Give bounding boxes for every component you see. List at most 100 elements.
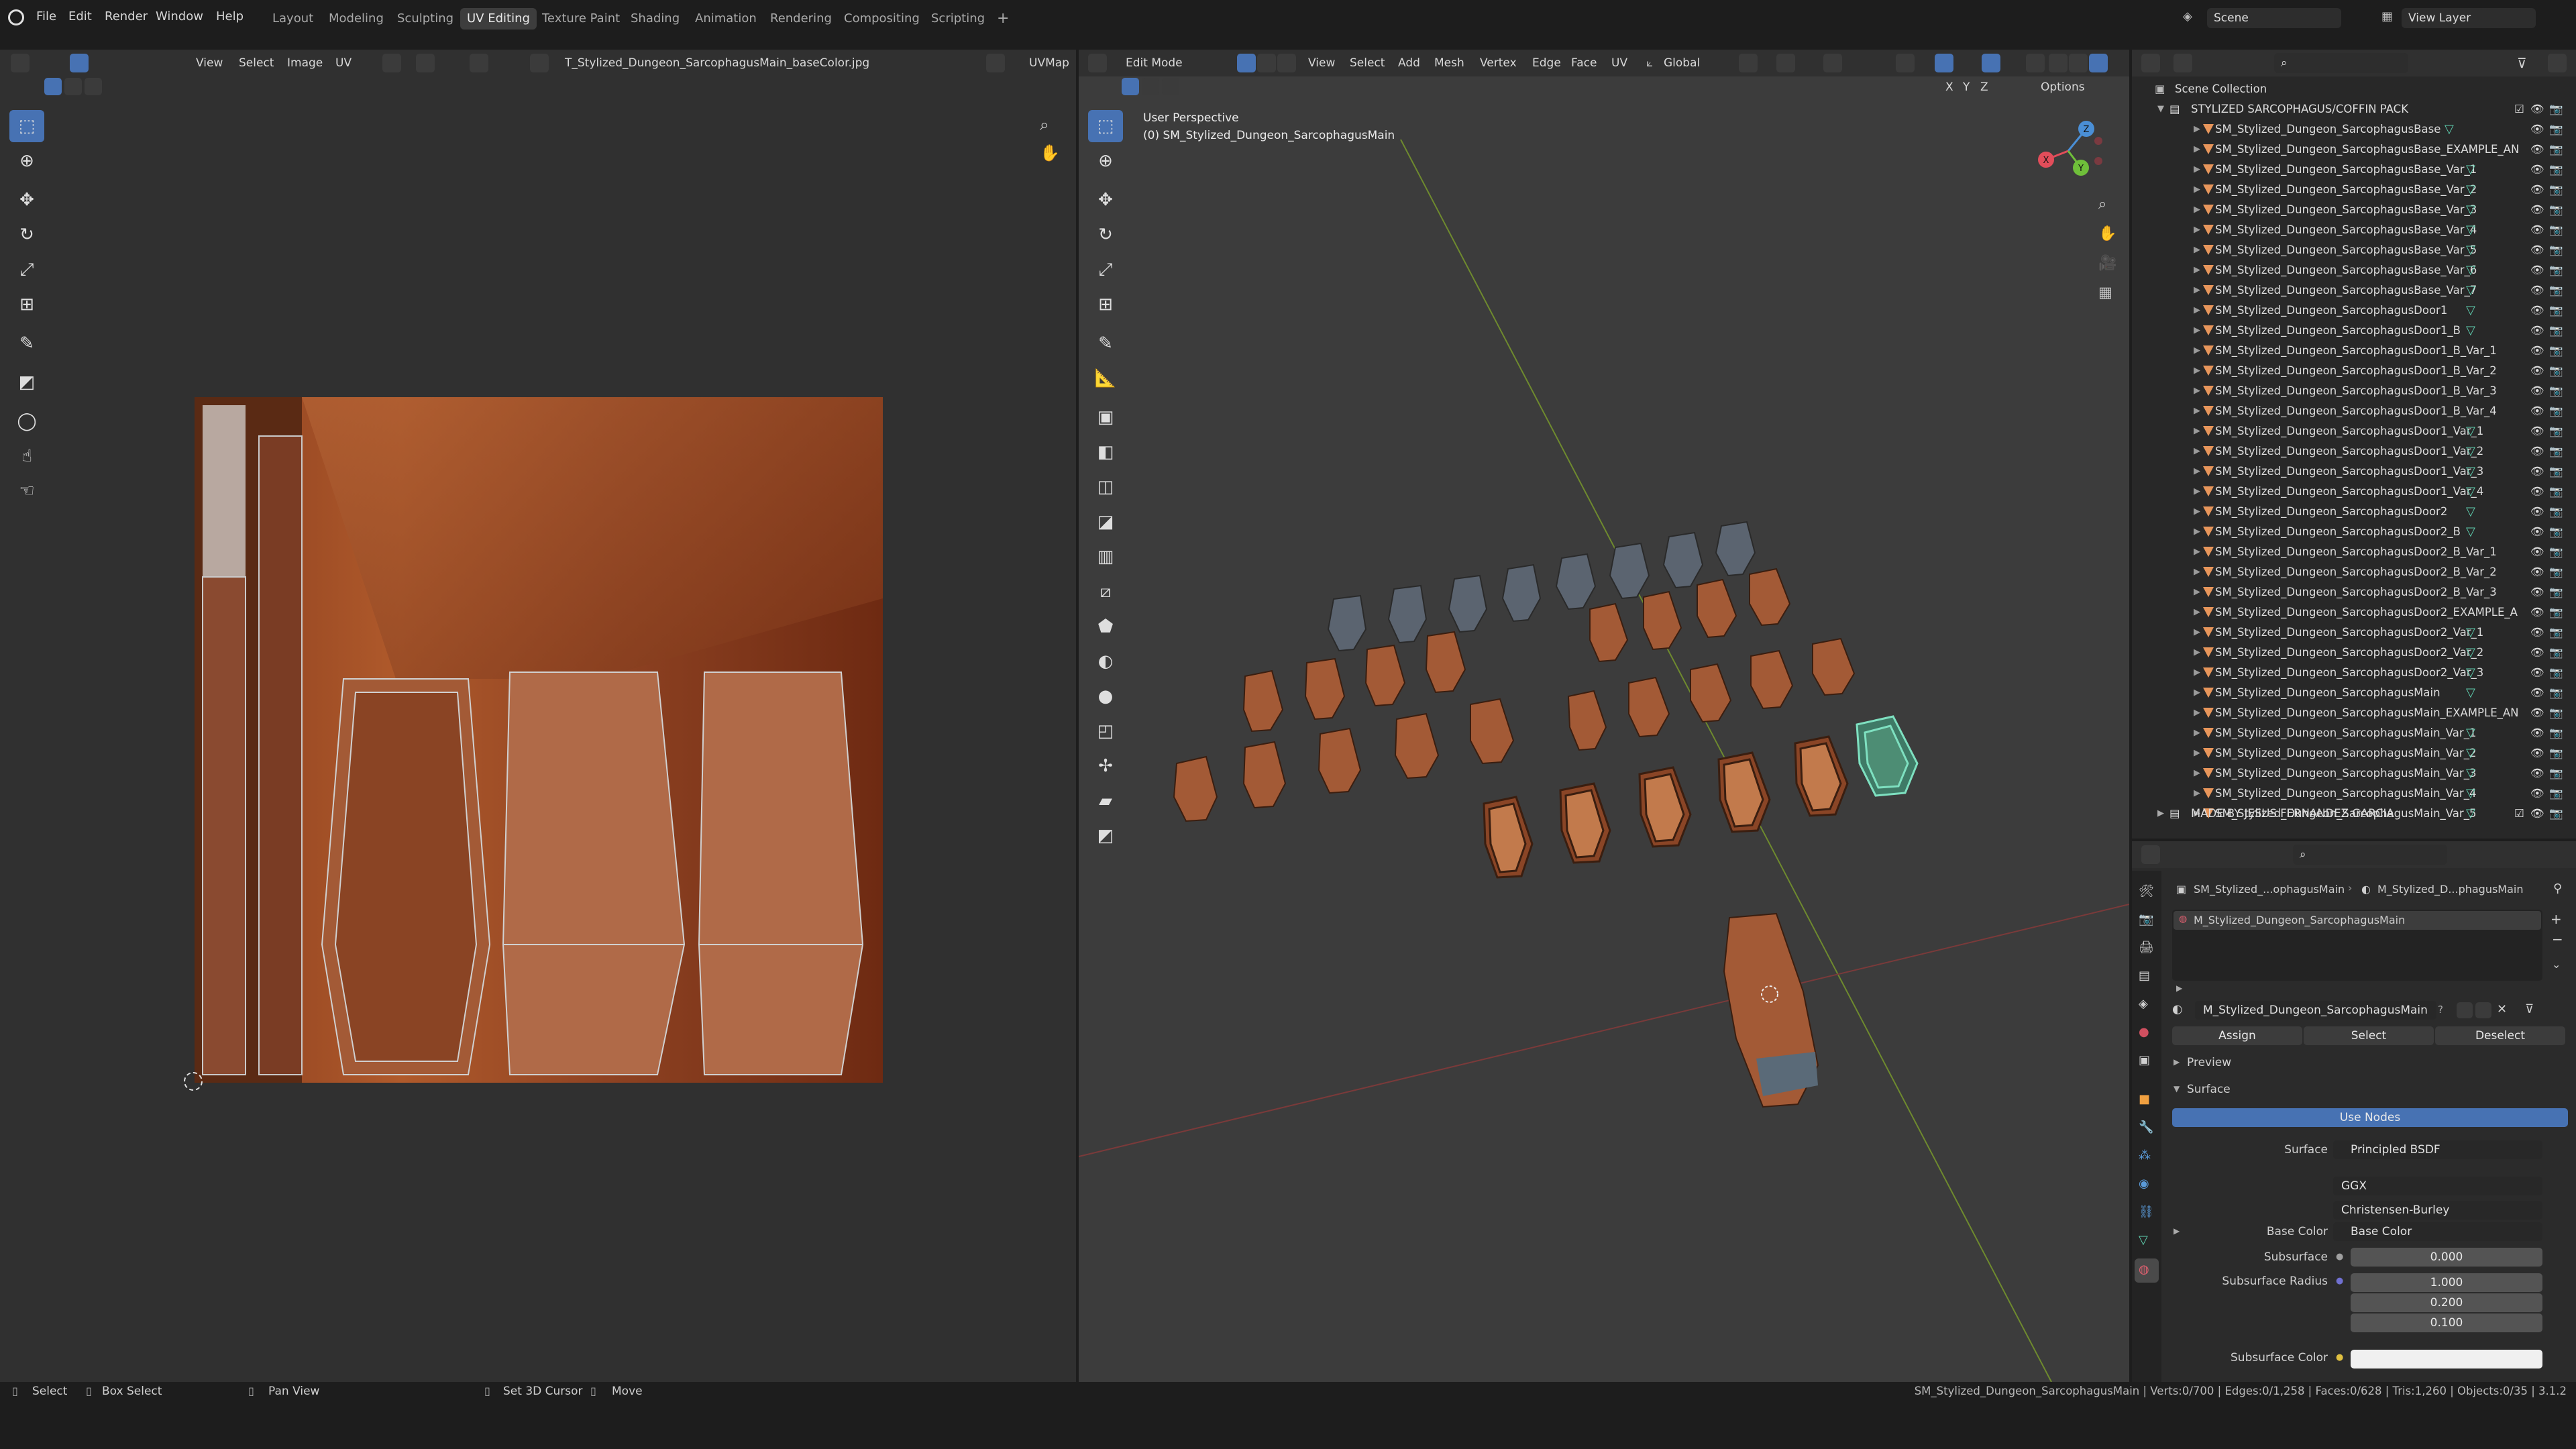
outliner-type-icon[interactable]: [2141, 54, 2160, 72]
eye-icon[interactable]: 👁: [2530, 140, 2544, 160]
outliner-item[interactable]: ▶ SM_Stylized_Dungeon_SarcophagusBase_Var…: [2132, 280, 2563, 301]
outliner-item[interactable]: ▶ SM_Stylized_Dungeon_SarcophagusBase_Var…: [2132, 200, 2563, 220]
eye-icon[interactable]: 👁: [2530, 582, 2544, 602]
eye-icon[interactable]: 👁: [2530, 623, 2544, 643]
outliner-search-input[interactable]: ⌕: [2274, 53, 2408, 73]
expand-arrow-icon[interactable]: ▶: [2194, 482, 2200, 502]
camera-icon[interactable]: 📷: [2549, 582, 2563, 602]
tab-layout[interactable]: Layout: [266, 8, 320, 30]
camera-icon[interactable]: 📷: [2549, 784, 2563, 804]
outliner-item[interactable]: ▶ SM_Stylized_Dungeon_SarcophagusDoor1_B_…: [2132, 361, 2563, 381]
cursor-tool-icon[interactable]: ⊕: [9, 145, 44, 177]
view-layer-selector[interactable]: View Layer: [2402, 8, 2536, 28]
mesh-data-icon[interactable]: ▽: [2466, 723, 2475, 743]
outliner-item[interactable]: ▶ SM_Stylized_Dungeon_SarcophagusDoor2_B_…: [2132, 582, 2563, 602]
tab-scripting[interactable]: Scripting: [924, 8, 991, 30]
mesh-data-icon[interactable]: ▽: [2466, 301, 2475, 321]
3d-viewport[interactable]: Edit Mode View Select Add Mesh Vertex Ed…: [1079, 50, 2129, 1382]
camera-icon[interactable]: 📷: [2549, 260, 2563, 280]
camera-icon[interactable]: 📷: [2549, 99, 2563, 119]
camera-icon[interactable]: 📷: [2549, 119, 2563, 140]
select-new-icon[interactable]: [1122, 78, 1139, 95]
expand-arrow-icon[interactable]: ▶: [2194, 160, 2200, 180]
mirror-axis-z[interactable]: Z: [1980, 80, 1988, 94]
tab-texture-paint[interactable]: Texture Paint: [535, 8, 627, 30]
viewport-menu-edge[interactable]: Edge: [1532, 56, 1561, 70]
mesh-data-icon[interactable]: ▽: [2466, 663, 2475, 683]
camera-icon[interactable]: 📷: [2549, 160, 2563, 180]
eye-icon[interactable]: 👁: [2530, 804, 2544, 824]
modifier-tab-icon[interactable]: 🔧: [2139, 1120, 2153, 1134]
outliner-item[interactable]: ▶ SM_Stylized_Dungeon_SarcophagusBase ▽ 👁 📷: [2132, 119, 2563, 140]
assign-button[interactable]: Assign: [2172, 1026, 2302, 1045]
tab-uv-editing[interactable]: UV Editing: [460, 8, 537, 30]
camera-icon[interactable]: 📷: [2549, 703, 2563, 723]
outliner-item[interactable]: ▶ SM_Stylized_Dungeon_SarcophagusDoor2_B ▽…: [2132, 522, 2563, 542]
mesh-data-icon[interactable]: ▽: [2466, 220, 2475, 240]
outliner-item[interactable]: ▶ SM_Stylized_Dungeon_SarcophagusDoor2_Va…: [2132, 623, 2563, 643]
outliner-item[interactable]: ▶ SM_Stylized_Dungeon_SarcophagusDoor2_Va…: [2132, 663, 2563, 683]
slot-menu-chevron-icon[interactable]: ⌄: [2552, 958, 2561, 971]
expand-arrow-icon[interactable]: ▶: [2194, 381, 2200, 401]
scale-tool-icon[interactable]: ⤢: [9, 254, 44, 286]
viewport-menu-select[interactable]: Select: [1350, 56, 1385, 70]
uv-menu-view[interactable]: View: [196, 56, 223, 70]
render-tab-icon[interactable]: 📷: [2139, 912, 2153, 926]
viewport-menu-view[interactable]: View: [1308, 56, 1335, 70]
eye-icon[interactable]: 👁: [2530, 180, 2544, 200]
eye-icon[interactable]: 👁: [2530, 723, 2544, 743]
eye-icon[interactable]: 👁: [2530, 341, 2544, 361]
camera-icon[interactable]: 📷: [2549, 462, 2563, 482]
viewport-menu-vertex[interactable]: Vertex: [1480, 56, 1517, 70]
physics-tab-icon[interactable]: ◉: [2139, 1177, 2149, 1191]
outliner-item[interactable]: ▶ SM_Stylized_Dungeon_SarcophagusDoor1 ▽ 👁 📷: [2132, 301, 2563, 321]
uv-2d-cursor-icon[interactable]: [184, 1072, 203, 1091]
add-slot-icon[interactable]: +: [2551, 911, 2562, 927]
fake-user-icon[interactable]: ?: [2438, 1004, 2443, 1016]
duplicate-material-icon[interactable]: [2475, 1002, 2491, 1018]
material-browse-icon[interactable]: ◐: [2172, 1002, 2183, 1016]
viewport-editor-type-icon[interactable]: [1088, 54, 1107, 72]
subsurface-color-swatch[interactable]: [2351, 1350, 2542, 1368]
orientation-selector[interactable]: Global: [1664, 56, 1700, 70]
camera-icon[interactable]: 📷: [2549, 643, 2563, 663]
fake-user-shield-icon[interactable]: [2457, 1002, 2473, 1018]
uv-menu-select[interactable]: Select: [239, 56, 274, 70]
outliner-item[interactable]: ▶ SM_Stylized_Dungeon_SarcophagusDoor2_B_…: [2132, 562, 2563, 582]
snapping-icon[interactable]: [1776, 54, 1795, 72]
outliner-item[interactable]: ▶ SM_Stylized_Dungeon_SarcophagusDoor1_B_…: [2132, 341, 2563, 361]
mirror-axis-y[interactable]: Y: [1963, 80, 1970, 94]
eye-icon[interactable]: 👁: [2530, 321, 2544, 341]
visibility-icon[interactable]: [1896, 54, 1915, 72]
outliner-item[interactable]: ▶ SM_Stylized_Dungeon_SarcophagusDoor1_Va…: [2132, 482, 2563, 502]
eye-icon[interactable]: 👁: [2530, 200, 2544, 220]
vertex-select-icon[interactable]: [1237, 54, 1256, 72]
expand-arrow-icon[interactable]: ▶: [2194, 361, 2200, 381]
eye-icon[interactable]: 👁: [2530, 663, 2544, 683]
image-browse-icon[interactable]: [530, 54, 549, 72]
proportional-edit-icon[interactable]: [470, 54, 488, 72]
eye-icon[interactable]: 👁: [2530, 361, 2544, 381]
mesh-data-icon[interactable]: ▽: [2466, 160, 2475, 180]
use-nodes-button[interactable]: Use Nodes: [2172, 1108, 2568, 1127]
mode-selector[interactable]: Edit Mode: [1126, 56, 1183, 70]
material-slot-row[interactable]: ◍ M_Stylized_Dungeon_SarcophagusMain: [2174, 911, 2541, 930]
camera-icon[interactable]: 📷: [2549, 381, 2563, 401]
view-layer-tab-icon[interactable]: ▤: [2139, 969, 2150, 983]
outliner-item[interactable]: ▶ SM_Stylized_Dungeon_SarcophagusMain_Var…: [2132, 784, 2563, 804]
mesh-data-icon[interactable]: ▽: [2466, 502, 2475, 522]
expand-arrow-icon[interactable]: ▶: [2194, 542, 2200, 562]
grab-tool-icon[interactable]: ◯: [9, 405, 44, 437]
camera-icon[interactable]: 📷: [2549, 401, 2563, 421]
camera-icon[interactable]: 📷: [2549, 542, 2563, 562]
camera-icon[interactable]: 📷: [2549, 683, 2563, 703]
pin-icon[interactable]: ⚲: [2553, 881, 2562, 896]
subsurface-radius-x[interactable]: 1.000: [2351, 1273, 2542, 1292]
expand-arrow-icon[interactable]: ▶: [2194, 723, 2200, 743]
expand-arrow-icon[interactable]: ▶: [2194, 441, 2200, 462]
mirror-axis-x[interactable]: X: [1945, 80, 1953, 94]
viewport-menu-uv[interactable]: UV: [1611, 56, 1627, 70]
tab-sculpting[interactable]: Sculpting: [390, 8, 460, 30]
breadcrumb-material[interactable]: M_Stylized_D...phagusMain: [2377, 883, 2524, 896]
overlay-icon[interactable]: [986, 54, 1005, 72]
